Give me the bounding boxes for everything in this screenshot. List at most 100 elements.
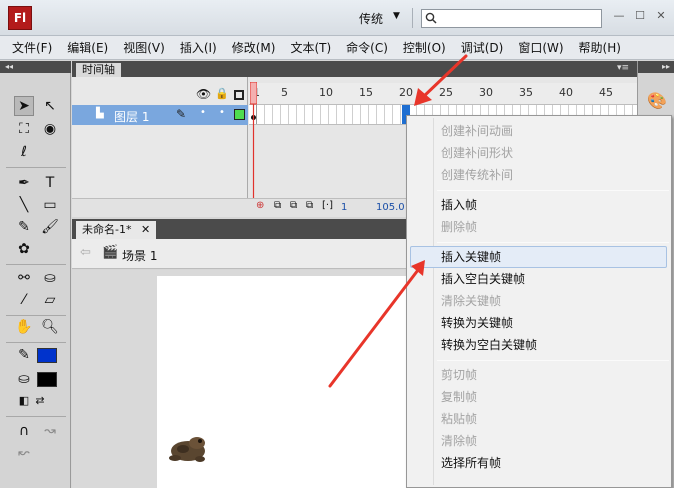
- onion-skin-icon[interactable]: ⧉: [274, 200, 281, 211]
- search-input[interactable]: [421, 9, 602, 28]
- 3d-rotation-tool-icon[interactable]: ◉: [40, 119, 60, 139]
- maximize-button[interactable]: ☐: [633, 9, 647, 23]
- menu-item-create-classic-tween[interactable]: 创建传统补间: [410, 164, 667, 186]
- close-button[interactable]: ✕: [654, 9, 668, 23]
- document-tab[interactable]: 未命名-1* ✕: [76, 221, 156, 239]
- eyedropper-tool-icon[interactable]: ⁄: [14, 290, 34, 310]
- outline-icon[interactable]: [234, 90, 244, 100]
- snap-magnet-icon[interactable]: ∩: [14, 421, 34, 441]
- minimize-button[interactable]: —: [612, 9, 626, 23]
- pen-tool-icon[interactable]: ✒: [14, 173, 34, 193]
- ruler-tick: 15: [359, 86, 373, 99]
- menu-item-1[interactable]: 编辑(E): [60, 39, 115, 56]
- chevron-down-icon[interactable]: ▼: [393, 11, 400, 21]
- document-tab-label: 未命名-1*: [82, 223, 132, 236]
- zoom-tool-icon[interactable]: 🔍︎: [40, 317, 60, 337]
- smooth-icon[interactable]: ↝: [40, 421, 60, 441]
- menu-item-create-motion-tween[interactable]: 创建补间动画: [410, 120, 667, 142]
- pencil-icon: ✎: [176, 107, 187, 121]
- deco-tool-icon[interactable]: ✿: [14, 239, 34, 259]
- onion-outline-icon[interactable]: ⧉: [290, 200, 297, 211]
- menu-separator: [437, 190, 669, 191]
- lock-icon[interactable]: 🔒: [215, 87, 229, 100]
- panel-options-icon[interactable]: ▾≡: [617, 63, 629, 73]
- lock-dot[interactable]: •: [219, 107, 225, 118]
- menu-item-3[interactable]: 插入(I): [173, 39, 224, 56]
- rectangle-tool-icon[interactable]: ▭: [40, 195, 60, 215]
- brush-tool-icon[interactable]: 🖌: [40, 217, 60, 237]
- menu-item-8[interactable]: 调试(D): [454, 39, 511, 56]
- menu-item-0[interactable]: 文件(F): [5, 39, 59, 56]
- eye-icon[interactable]: 👁: [196, 87, 211, 101]
- free-transform-tool-icon[interactable]: ⛶: [14, 119, 34, 139]
- ruler-tick: 25: [439, 86, 453, 99]
- line-tool-icon[interactable]: ╲: [14, 195, 34, 215]
- menu-item-paste-frames[interactable]: 粘贴帧: [410, 408, 667, 430]
- menu-item-insert-blank-keyframe[interactable]: 插入空白关键帧: [410, 268, 667, 290]
- menu-item-convert-to-blank-keyframes[interactable]: 转换为空白关键帧: [410, 334, 667, 356]
- text-tool-icon[interactable]: T: [40, 173, 60, 193]
- selection-tool-icon[interactable]: ➤: [14, 96, 34, 116]
- layers-pane: 👁 🔒 ▙ 图层 1 ✎ • • ▢ ▢ 🗑: [72, 77, 248, 217]
- pencil-tool-icon[interactable]: ✎: [14, 217, 34, 237]
- menu-item-9[interactable]: 窗口(W): [511, 39, 570, 56]
- divider: [6, 167, 66, 168]
- stroke-color-swatch[interactable]: [37, 348, 57, 363]
- color-palette-icon[interactable]: 🎨: [646, 91, 668, 111]
- hand-tool-icon[interactable]: ✋: [14, 317, 34, 337]
- menu-item-insert-keyframe[interactable]: 插入关键帧: [410, 246, 667, 268]
- frame-rate[interactable]: 105.0: [376, 202, 405, 213]
- menu-item-create-shape-tween[interactable]: 创建补间形状: [410, 142, 667, 164]
- divider: [6, 416, 66, 417]
- menu-item-cut-frames[interactable]: 剪切帧: [410, 364, 667, 386]
- back-arrow-icon[interactable]: ⇦: [80, 245, 91, 260]
- divider: [6, 342, 66, 343]
- panel-collapse-handle[interactable]: ▸▸: [638, 61, 674, 73]
- straighten-icon[interactable]: ↜: [14, 443, 34, 463]
- panel-collapse-handle[interactable]: ◂◂: [0, 61, 71, 73]
- menu-item-4[interactable]: 修改(M): [225, 39, 283, 56]
- menu-item-5[interactable]: 文本(T): [283, 39, 338, 56]
- menu-item-select-all-frames[interactable]: 选择所有帧: [410, 452, 667, 474]
- lasso-tool-icon[interactable]: ℓ: [14, 142, 34, 162]
- stage-canvas[interactable]: [157, 276, 407, 488]
- playhead[interactable]: [250, 82, 257, 212]
- layer-row[interactable]: ▙ 图层 1 ✎ • •: [72, 105, 248, 125]
- timeline-panel-header: 时间轴 ▾≡: [72, 61, 637, 77]
- workspace-switcher[interactable]: 传统: [359, 10, 383, 27]
- bone-tool-icon[interactable]: ⚯: [14, 268, 34, 288]
- menu-item-2[interactable]: 视图(V): [116, 39, 172, 56]
- title-bar: Fl 传统 ▼ — ☐ ✕: [0, 0, 674, 36]
- menu-item-6[interactable]: 命令(C): [339, 39, 395, 56]
- onion-markers-icon[interactable]: [·]: [322, 200, 333, 211]
- eraser-tool-icon[interactable]: ▱: [40, 290, 60, 310]
- frog-image[interactable]: [167, 432, 209, 464]
- visibility-dot[interactable]: •: [200, 107, 206, 118]
- menu-item-clear-frames[interactable]: 清除帧: [410, 430, 667, 452]
- tab-timeline[interactable]: 时间轴: [76, 63, 121, 77]
- timeline-ruler[interactable]: 1 5 10 15 20 25 30 35 40 45: [249, 83, 637, 105]
- scene-label[interactable]: 场景 1: [122, 247, 157, 264]
- close-icon[interactable]: ✕: [141, 223, 150, 236]
- divider: [6, 315, 66, 316]
- paint-bucket-tool-icon[interactable]: ⛀: [40, 268, 60, 288]
- stroke-color-icon: ✎: [18, 347, 30, 363]
- swap-colors-icon[interactable]: ⇄: [30, 391, 50, 411]
- layer-name[interactable]: 图层 1: [114, 108, 149, 125]
- menu-item-convert-to-keyframes[interactable]: 转换为关键帧: [410, 312, 667, 334]
- layer-icon: ▙: [96, 108, 104, 119]
- fill-color-swatch[interactable]: [37, 372, 57, 387]
- center-frame-icon[interactable]: ⊕: [256, 200, 264, 211]
- subselection-tool-icon[interactable]: ↖: [40, 96, 60, 116]
- tools-panel: ◂◂ ➤ ↖ ⛶ ◉ ℓ ✒ T ╲ ▭ ✎ 🖌 ✿ ⚯ ⛀ ⁄ ▱ ✋ 🔍︎ …: [0, 61, 71, 488]
- menu-item-clear-keyframe[interactable]: 清除关键帧: [410, 290, 667, 312]
- edit-multiple-icon[interactable]: ⧉: [306, 200, 313, 211]
- divider: [412, 8, 413, 28]
- menu-item-insert-frame[interactable]: 插入帧: [410, 194, 667, 216]
- layer-color-swatch[interactable]: [234, 109, 245, 120]
- menu-item-7[interactable]: 控制(O): [396, 39, 453, 56]
- menu-item-copy-frames[interactable]: 复制帧: [410, 386, 667, 408]
- menu-item-remove-frames[interactable]: 删除帧: [410, 216, 667, 238]
- menu-item-10[interactable]: 帮助(H): [572, 39, 628, 56]
- menu-separator: [437, 242, 669, 243]
